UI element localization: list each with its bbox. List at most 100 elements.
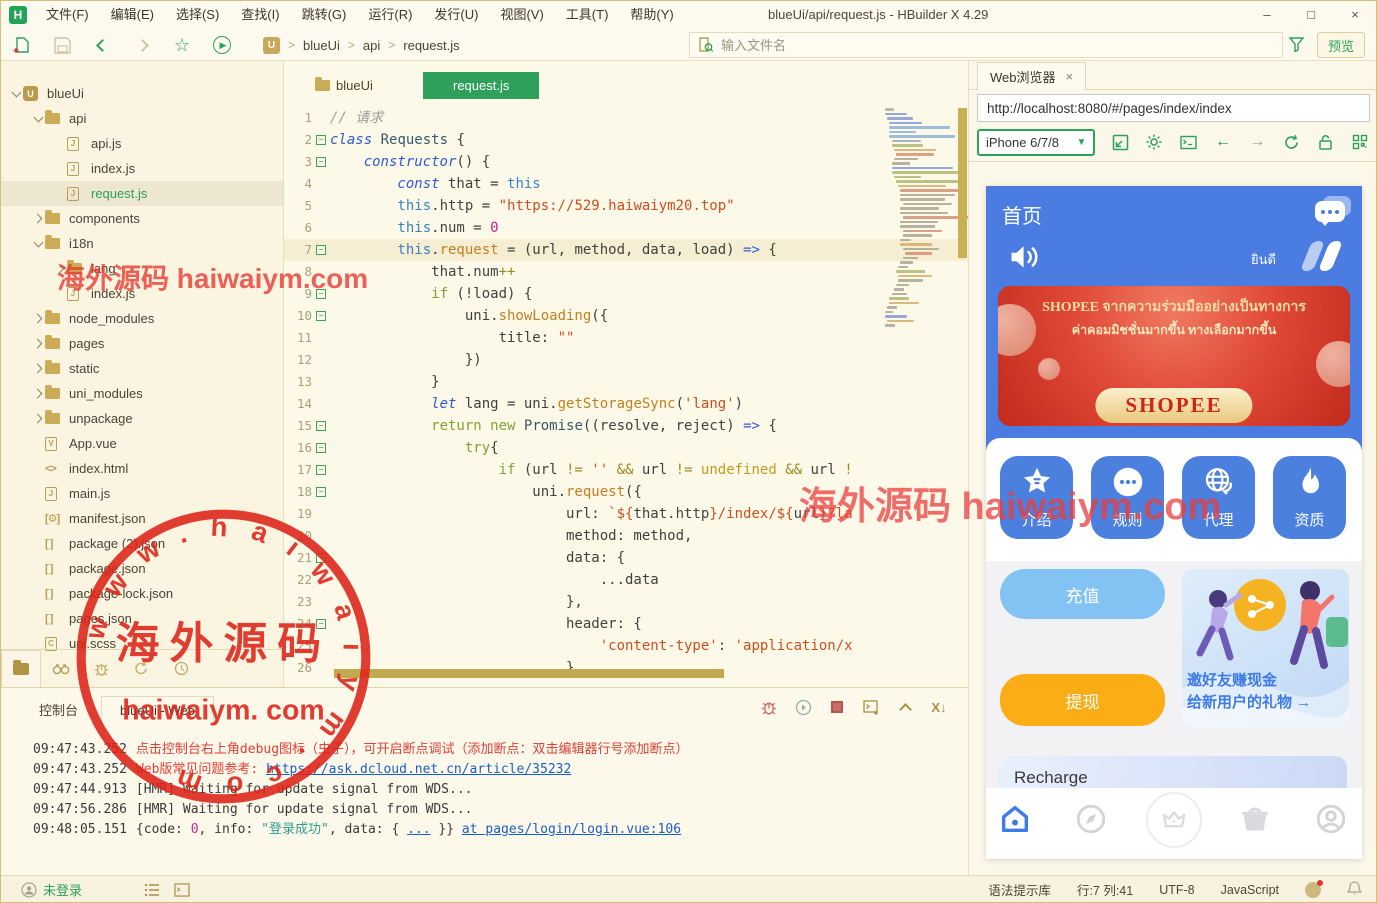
filter-button[interactable]: [1289, 37, 1305, 57]
code-line[interactable]: 12}): [284, 349, 968, 371]
fold-marker-icon[interactable]: −: [316, 157, 326, 167]
menu-item[interactable]: 选择(S): [165, 1, 230, 29]
tree-item-i18n[interactable]: i18n: [1, 231, 283, 256]
file-search-input[interactable]: [721, 38, 1201, 53]
tree-item-pages[interactable]: pages: [1, 331, 283, 356]
recharge-button[interactable]: 充值: [1000, 569, 1165, 619]
breadcrumb-item[interactable]: request.js: [403, 38, 459, 53]
code-line[interactable]: 17−if (url != '' && url != undefined && …: [284, 459, 968, 481]
tree-item-lang[interactable]: lang: [1, 256, 283, 281]
bell-icon[interactable]: [1347, 880, 1362, 899]
editor-tab-blueui[interactable]: blueUi: [301, 72, 387, 99]
code-line[interactable]: 15−return new Promise((resolve, reject) …: [284, 415, 968, 437]
fold-gutter[interactable]: −: [312, 547, 330, 569]
menu-item[interactable]: 工具(T): [555, 1, 620, 29]
vertical-scrollbar[interactable]: [958, 108, 967, 258]
browser-refresh-button[interactable]: [1282, 132, 1301, 152]
open-external-button[interactable]: [1110, 132, 1129, 152]
tree-item-package--2--json[interactable]: [ ]package (2).json: [1, 531, 283, 556]
fold-marker-icon[interactable]: −: [316, 553, 326, 563]
tree-item-request-js[interactable]: Jrequest.js: [1, 181, 283, 206]
tree-item-node-modules[interactable]: node_modules: [1, 306, 283, 331]
fold-gutter[interactable]: −: [312, 613, 330, 635]
save-button[interactable]: [51, 34, 73, 56]
tab-history[interactable]: [161, 650, 201, 687]
fold-marker-icon[interactable]: −: [316, 487, 326, 497]
fold-marker-icon[interactable]: −: [316, 619, 326, 629]
tile-flame[interactable]: 资质: [1273, 456, 1346, 539]
back-button[interactable]: [91, 34, 113, 56]
nav-discover-icon[interactable]: [1074, 802, 1108, 836]
stop-button[interactable]: [828, 698, 846, 716]
settings-button[interactable]: [1145, 132, 1164, 152]
tile-star[interactable]: 介绍: [1000, 456, 1073, 539]
minimap[interactable]: [885, 108, 957, 378]
menu-item[interactable]: 视图(V): [489, 1, 554, 29]
browser-forward-button[interactable]: →: [1248, 132, 1267, 152]
nav-home-icon[interactable]: [998, 802, 1032, 836]
fold-gutter[interactable]: −: [312, 239, 330, 261]
tab-sync[interactable]: [121, 650, 161, 687]
lock-button[interactable]: [1316, 132, 1335, 152]
forward-button[interactable]: [131, 34, 153, 56]
tile-globe[interactable]: 代理: [1182, 456, 1255, 539]
slashes-icon[interactable]: [1298, 239, 1344, 273]
invite-card[interactable]: 邀好友赚现金 给新用户的礼物 →: [1182, 569, 1349, 728]
fold-marker-icon[interactable]: −: [316, 311, 326, 321]
tab-search[interactable]: [41, 650, 81, 687]
url-input[interactable]: [977, 94, 1370, 122]
code-line[interactable]: 3−constructor() {: [284, 151, 968, 173]
fold-marker-icon[interactable]: −: [316, 289, 326, 299]
tree-item-App-vue[interactable]: VApp.vue: [1, 431, 283, 456]
fold-gutter[interactable]: −: [312, 459, 330, 481]
fold-marker-icon[interactable]: −: [316, 421, 326, 431]
code-line[interactable]: 7−this.request = (url, method, data, loa…: [284, 239, 968, 261]
fold-gutter[interactable]: −: [312, 437, 330, 459]
console-link[interactable]: at pages/login/login.vue:106: [462, 822, 681, 837]
code-line[interactable]: 13}: [284, 371, 968, 393]
menu-item[interactable]: 跳转(G): [291, 1, 358, 29]
fold-gutter[interactable]: −: [312, 481, 330, 503]
code-line[interactable]: 2−class Requests {: [284, 129, 968, 151]
code-line[interactable]: 19url: `${that.http}/index/${url}?la: [284, 503, 968, 525]
device-selector[interactable]: iPhone 6/7/8▼: [977, 129, 1095, 156]
fold-gutter[interactable]: −: [312, 283, 330, 305]
terminal-button[interactable]: [1179, 132, 1198, 152]
run-button[interactable]: ▶: [211, 34, 233, 56]
code-line[interactable]: 23},: [284, 591, 968, 613]
console-tab-blueui-web[interactable]: blueUi - Web: [101, 696, 214, 723]
collapse-button[interactable]: [896, 698, 914, 716]
tree-item-uni-modules[interactable]: uni_modules: [1, 381, 283, 406]
tree-item-main-js[interactable]: Jmain.js: [1, 481, 283, 506]
console-link[interactable]: ...: [407, 822, 430, 837]
tree-item-package-json[interactable]: [ ]package.json: [1, 556, 283, 581]
outline-list-icon[interactable]: [144, 883, 160, 897]
fold-marker-icon[interactable]: −: [316, 245, 326, 255]
code-line[interactable]: 22...data: [284, 569, 968, 591]
tree-item-package-lock-json[interactable]: [ ]package-lock.json: [1, 581, 283, 606]
browser-back-button[interactable]: ←: [1213, 132, 1232, 152]
nav-profile-icon[interactable]: [1314, 802, 1348, 836]
code-line[interactable]: 9−if (!load) {: [284, 283, 968, 305]
tree-item-api[interactable]: api: [1, 106, 283, 131]
browser-tab[interactable]: Web浏览器 ×: [977, 62, 1086, 90]
nav-vip-icon[interactable]: [1146, 792, 1202, 848]
tree-item-index-js[interactable]: Jindex.js: [1, 281, 283, 306]
breadcrumb-item[interactable]: api: [363, 38, 380, 53]
console-link[interactable]: https://ask.dcloud.net.cn/article/35232: [266, 762, 571, 777]
tree-item-unpackage[interactable]: unpackage: [1, 406, 283, 431]
menu-item[interactable]: 发行(U): [423, 1, 489, 29]
new-terminal-button[interactable]: [862, 698, 880, 716]
tree-item-components[interactable]: components: [1, 206, 283, 231]
code-line[interactable]: 6this.num = 0: [284, 217, 968, 239]
code-line[interactable]: 8that.num++: [284, 261, 968, 283]
withdraw-button[interactable]: 提现: [1000, 674, 1165, 726]
code-line[interactable]: 11title: "": [284, 327, 968, 349]
tree-item-index-js[interactable]: Jindex.js: [1, 156, 283, 181]
terminal-status-icon[interactable]: [174, 883, 190, 897]
code-line[interactable]: 21−data: {: [284, 547, 968, 569]
fold-gutter[interactable]: −: [312, 129, 330, 151]
tree-item-blueUi[interactable]: UblueUi: [1, 81, 283, 106]
tree-item-index-html[interactable]: <>index.html: [1, 456, 283, 481]
menu-item[interactable]: 文件(F): [35, 1, 100, 29]
